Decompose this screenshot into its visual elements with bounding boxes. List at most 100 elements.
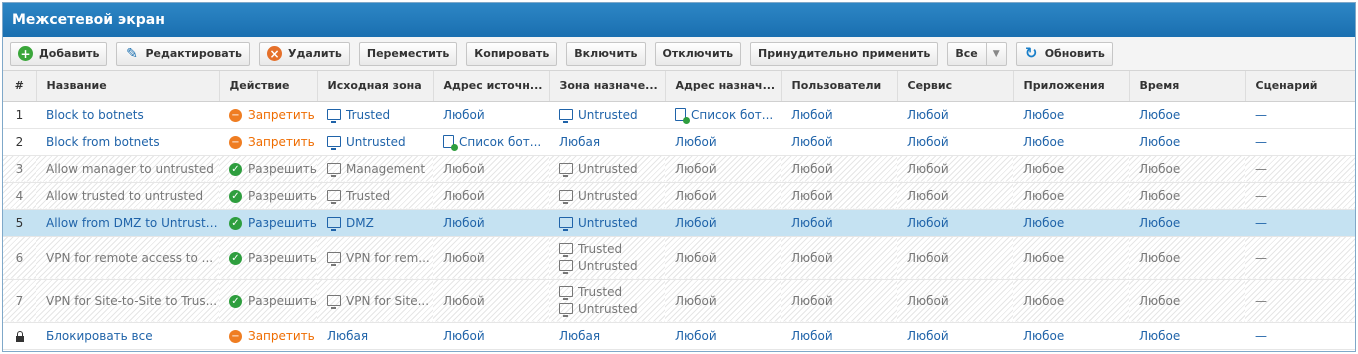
destination-zone[interactable]: Любая: [549, 322, 665, 350]
service[interactable]: Любой: [897, 322, 1013, 350]
source-zone[interactable]: VPN for rem...: [317, 236, 433, 280]
time[interactable]: Любое: [1129, 236, 1245, 280]
users[interactable]: Любой: [781, 101, 897, 129]
rule-action[interactable]: ✓ Разрешить: [219, 279, 317, 323]
applications[interactable]: Любое: [1013, 236, 1129, 280]
edit-button[interactable]: ✎ Редактировать: [116, 41, 250, 66]
users[interactable]: Любой: [781, 128, 897, 156]
disable-button[interactable]: Отключить: [654, 41, 742, 66]
rule-action[interactable]: ✓ Разрешить: [219, 209, 317, 237]
col-header[interactable]: Сценарий: [1245, 71, 1355, 102]
col-header[interactable]: Время: [1129, 71, 1246, 102]
table-row[interactable]: 1 Block to botnets − Запретить Trusted Любой U…: [3, 101, 1355, 129]
rule-action[interactable]: − Запретить: [219, 128, 317, 156]
rule-name[interactable]: Allow manager to untrusted: [36, 155, 219, 183]
service[interactable]: Любой: [897, 279, 1013, 323]
table-row[interactable]: 3 Allow manager to untrusted ✓ Разрешить Man…: [3, 155, 1355, 183]
source-zone[interactable]: Trusted: [317, 101, 433, 129]
service[interactable]: Любой: [897, 236, 1013, 280]
destination-address[interactable]: Любой: [665, 279, 781, 323]
destination-address[interactable]: Любой: [665, 182, 781, 210]
source-address[interactable]: Любой: [433, 155, 549, 183]
destination-address[interactable]: Список бот...: [665, 101, 781, 129]
users[interactable]: Любой: [781, 155, 897, 183]
force-apply-button[interactable]: Принудительно применить: [750, 41, 939, 66]
rule-name[interactable]: VPN for Site-to-Site to Trus...: [36, 279, 219, 323]
users[interactable]: Любой: [781, 279, 897, 323]
scenario[interactable]: —: [1245, 322, 1355, 350]
col-header[interactable]: Пользователи: [781, 71, 898, 102]
scenario[interactable]: —: [1245, 101, 1355, 129]
table-row[interactable]: 7 VPN for Site-to-Site to Trus... ✓ Разреши…: [3, 279, 1355, 323]
add-button[interactable]: + Добавить: [10, 41, 108, 66]
destination-zone[interactable]: Trusted Untrusted: [549, 236, 665, 280]
col-header[interactable]: Название: [36, 71, 220, 102]
table-row[interactable]: 6 VPN for remote access to ... ✓ Разрешить V…: [3, 236, 1355, 280]
destination-address[interactable]: Любой: [665, 209, 781, 237]
source-zone[interactable]: Untrusted: [317, 128, 433, 156]
rule-name[interactable]: Allow trusted to untrusted: [36, 182, 219, 210]
time[interactable]: Любое: [1129, 155, 1245, 183]
col-header[interactable]: Адрес источн...: [433, 71, 550, 102]
source-address[interactable]: Любой: [433, 322, 549, 350]
destination-zone[interactable]: Untrusted: [549, 182, 665, 210]
col-header[interactable]: #: [3, 71, 37, 102]
time[interactable]: Любое: [1129, 279, 1245, 323]
scenario[interactable]: —: [1245, 182, 1355, 210]
source-address[interactable]: Любой: [433, 236, 549, 280]
applications[interactable]: Любое: [1013, 182, 1129, 210]
refresh-button[interactable]: ↻ Обновить: [1015, 41, 1113, 66]
scenario[interactable]: —: [1245, 236, 1355, 280]
destination-address[interactable]: Любой: [665, 236, 781, 280]
source-zone[interactable]: Trusted: [317, 182, 433, 210]
rule-action[interactable]: ✓ Разрешить: [219, 182, 317, 210]
destination-zone[interactable]: Trusted Untrusted: [549, 279, 665, 323]
destination-zone[interactable]: Untrusted: [549, 101, 665, 129]
scenario[interactable]: —: [1245, 279, 1355, 323]
applications[interactable]: Любое: [1013, 279, 1129, 323]
destination-address[interactable]: Любой: [665, 322, 781, 350]
scenario[interactable]: —: [1245, 209, 1355, 237]
users[interactable]: Любой: [781, 209, 897, 237]
scenario[interactable]: —: [1245, 155, 1355, 183]
delete-button[interactable]: × Удалить: [259, 41, 350, 66]
move-button[interactable]: Переместить: [358, 41, 458, 66]
service[interactable]: Любой: [897, 155, 1013, 183]
users[interactable]: Любой: [781, 236, 897, 280]
service[interactable]: Любой: [897, 128, 1013, 156]
time[interactable]: Любое: [1129, 322, 1245, 350]
time[interactable]: Любое: [1129, 101, 1245, 129]
scenario[interactable]: —: [1245, 128, 1355, 156]
applications[interactable]: Любое: [1013, 128, 1129, 156]
copy-button[interactable]: Копировать: [466, 41, 558, 66]
col-header[interactable]: Действие: [219, 71, 318, 102]
rule-name[interactable]: Allow from DMZ to Untrusted: [36, 209, 219, 237]
table-row[interactable]: 4 Allow trusted to untrusted ✓ Разрешить Tru…: [3, 182, 1355, 210]
source-address[interactable]: Любой: [433, 182, 549, 210]
source-address[interactable]: Любой: [433, 209, 549, 237]
source-zone[interactable]: Любая: [317, 322, 433, 350]
rule-action[interactable]: ✓ Разрешить: [219, 155, 317, 183]
service[interactable]: Любой: [897, 209, 1013, 237]
source-zone[interactable]: VPN for Site...: [317, 279, 433, 323]
users[interactable]: Любой: [781, 322, 897, 350]
rule-name[interactable]: Block to botnets: [36, 101, 219, 129]
table-row[interactable]: Блокировать все − Запретить Любая Любой Любая…: [3, 322, 1355, 350]
applications[interactable]: Любое: [1013, 209, 1129, 237]
rule-name[interactable]: Блокировать все: [36, 322, 219, 350]
time[interactable]: Любое: [1129, 182, 1245, 210]
destination-address[interactable]: Любой: [665, 155, 781, 183]
source-zone[interactable]: Management: [317, 155, 433, 183]
destination-zone[interactable]: Untrusted: [549, 155, 665, 183]
rule-action[interactable]: − Запретить: [219, 101, 317, 129]
destination-zone[interactable]: Любая: [549, 128, 665, 156]
applications[interactable]: Любое: [1013, 101, 1129, 129]
source-address[interactable]: Любой: [433, 101, 549, 129]
filter-dropdown[interactable]: Все ▼: [947, 41, 1007, 66]
applications[interactable]: Любое: [1013, 322, 1129, 350]
time[interactable]: Любое: [1129, 209, 1245, 237]
col-header[interactable]: Адрес назнач...: [665, 71, 782, 102]
source-address[interactable]: Список бот...: [433, 128, 549, 156]
rule-name[interactable]: Block from botnets: [36, 128, 219, 156]
source-zone[interactable]: DMZ: [317, 209, 433, 237]
